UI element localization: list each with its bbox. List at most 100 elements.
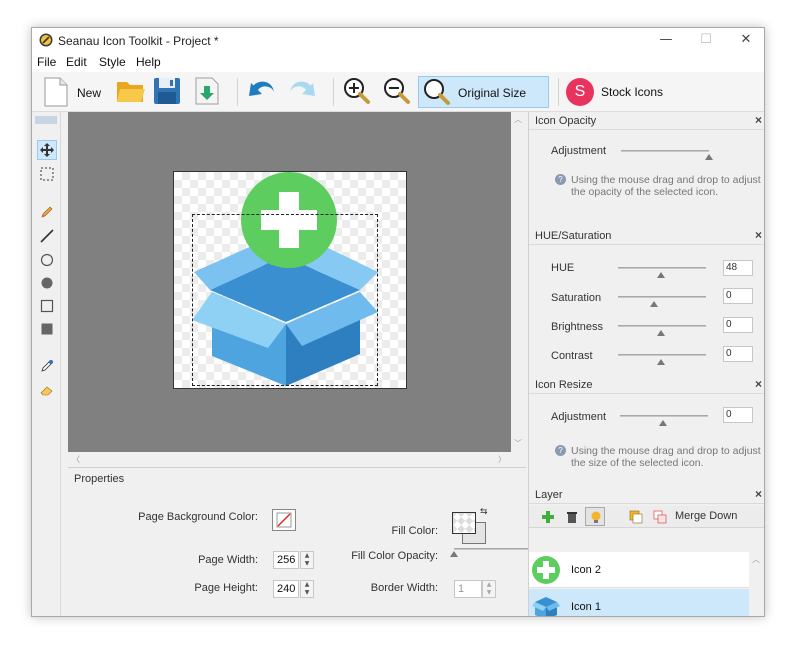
close-button[interactable]: ✕	[736, 31, 756, 49]
resize-slider-track[interactable]	[620, 415, 708, 417]
redo-button[interactable]	[286, 76, 318, 108]
circle-outline-icon	[40, 253, 54, 267]
page-width-label: Page Width:	[198, 554, 258, 566]
layer-close-icon[interactable]: ×	[755, 487, 762, 501]
minimize-button[interactable]: —	[656, 31, 676, 49]
page-width-input[interactable]: 256	[273, 551, 299, 569]
line-tool[interactable]	[37, 226, 57, 246]
icon-resize-close-icon[interactable]: ×	[755, 377, 762, 391]
undo-button[interactable]	[246, 76, 278, 108]
brightness-slider-track[interactable]	[618, 325, 706, 327]
save-button[interactable]	[152, 76, 182, 108]
layer-row-icon-1[interactable]: Icon 1	[529, 589, 764, 616]
new-document-icon	[44, 77, 68, 107]
scroll-right-arrow-icon[interactable]: 〉	[498, 454, 506, 465]
opacity-slider-thumb[interactable]	[705, 154, 713, 160]
brightness-value-input[interactable]: 0	[723, 317, 753, 333]
title-bar: Seanau Icon Toolkit - Project * — ☐ ✕	[32, 28, 764, 52]
saturation-slider-track[interactable]	[618, 296, 706, 298]
page-height-input[interactable]: 240	[273, 580, 299, 598]
resize-value-input[interactable]: 0	[723, 407, 753, 423]
saturation-value-input[interactable]: 0	[723, 288, 753, 304]
canvas-vertical-scrollbar[interactable]: ︿ ﹀	[511, 112, 526, 452]
menu-help[interactable]: Help	[136, 55, 161, 69]
layer-toolbar: Merge Down	[529, 506, 764, 528]
rectangle-fill-tool[interactable]	[37, 319, 57, 339]
fill-color-swatch[interactable]: ⇆	[452, 506, 488, 546]
opacity-help-text: Using the mouse drag and drop to adjust …	[571, 174, 761, 198]
main-toolbar: New Original Size S Stock Icons	[32, 72, 764, 112]
eraser-icon	[40, 386, 53, 396]
brightness-label: Brightness	[551, 321, 603, 333]
layer-scroll-up-icon[interactable]: ︿	[752, 554, 760, 565]
merge-down-icon[interactable]	[653, 510, 667, 524]
pencil-tool[interactable]	[37, 202, 57, 222]
menu-bar: File Edit Style Help	[32, 52, 764, 72]
redo-arrow-icon	[290, 81, 315, 96]
selection-marquee[interactable]	[192, 214, 378, 386]
hue-slider-track[interactable]	[618, 267, 706, 269]
ellipse-fill-tool[interactable]	[37, 273, 57, 293]
opacity-slider-track[interactable]	[621, 150, 709, 152]
contrast-slider-track[interactable]	[618, 354, 706, 356]
page-bg-color-swatch[interactable]	[272, 509, 296, 531]
ellipse-outline-tool[interactable]	[37, 250, 57, 270]
stock-badge-letter: S	[574, 83, 586, 100]
maximize-button[interactable]: ☐	[696, 31, 716, 49]
rectangle-outline-tool[interactable]	[37, 296, 57, 316]
resize-slider-thumb[interactable]	[659, 420, 667, 426]
zoom-out-button[interactable]	[382, 76, 412, 108]
scroll-up-arrow-icon[interactable]: ︿	[514, 114, 522, 125]
window-title: Seanau Icon Toolkit - Project *	[58, 34, 219, 48]
swap-colors-icon[interactable]: ⇆	[480, 506, 488, 517]
scroll-down-arrow-icon[interactable]: ﹀	[514, 438, 522, 449]
hue-slider-thumb[interactable]	[657, 272, 665, 278]
menu-edit[interactable]: Edit	[66, 55, 87, 69]
canvas-horizontal-scrollbar[interactable]: 〈 〉	[68, 452, 526, 467]
duplicate-layer-icon[interactable]	[629, 510, 643, 524]
contrast-value-input[interactable]: 0	[723, 346, 753, 362]
new-label: New	[77, 86, 102, 100]
add-layer-icon[interactable]	[541, 510, 555, 524]
tool-palette-grip	[35, 116, 57, 124]
stock-icons-button[interactable]: S Stock Icons	[565, 76, 675, 108]
new-button[interactable]: New	[41, 76, 111, 108]
eraser-tool[interactable]	[37, 380, 57, 400]
eyedropper-tool[interactable]	[37, 356, 57, 376]
icon-opacity-close-icon[interactable]: ×	[755, 113, 762, 127]
zoom-in-button[interactable]	[342, 76, 372, 108]
line-icon	[40, 229, 54, 243]
no-color-icon	[276, 512, 292, 528]
original-size-magnifier-icon	[424, 79, 450, 105]
delete-layer-icon[interactable]	[565, 510, 579, 524]
right-side-panel: Icon Opacity × Adjustment ? Using the mo…	[528, 112, 764, 616]
select-tool[interactable]	[37, 164, 57, 184]
icon-resize-title: Icon Resize	[535, 379, 593, 391]
fill-opacity-slider-thumb[interactable]	[450, 551, 458, 557]
move-tool[interactable]	[37, 140, 57, 160]
scroll-left-arrow-icon[interactable]: 〈	[72, 454, 80, 465]
export-button[interactable]	[192, 76, 222, 108]
contrast-label: Contrast	[551, 350, 593, 362]
menu-file[interactable]: File	[37, 55, 56, 69]
contrast-slider-thumb[interactable]	[657, 359, 665, 365]
layer-visibility-toggle[interactable]	[585, 507, 605, 526]
border-width-label: Border Width:	[370, 582, 438, 594]
layer-list-scrollbar[interactable]: ︿	[749, 552, 764, 616]
layer-row-icon-2[interactable]: Icon 2	[529, 552, 764, 588]
menu-style[interactable]: Style	[99, 55, 126, 69]
toolbar-separator	[558, 78, 559, 106]
merge-down-label[interactable]: Merge Down	[675, 510, 737, 522]
layer-name: Icon 2	[571, 564, 601, 576]
brightness-slider-thumb[interactable]	[657, 330, 665, 336]
border-width-stepper[interactable]: ▲ ▼	[482, 580, 496, 598]
hue-saturation-close-icon[interactable]: ×	[755, 228, 762, 242]
saturation-label: Saturation	[551, 292, 602, 304]
saturation-slider-thumb[interactable]	[650, 301, 658, 307]
border-width-input[interactable]: 1	[454, 580, 482, 598]
hue-value-input[interactable]: 48	[723, 260, 753, 276]
app-window: Seanau Icon Toolkit - Project * — ☐ ✕ Fi…	[31, 27, 765, 617]
opacity-adjustment-label: Adjustment	[551, 145, 607, 157]
original-size-button[interactable]: Original Size	[418, 76, 549, 108]
open-button[interactable]	[116, 76, 146, 108]
